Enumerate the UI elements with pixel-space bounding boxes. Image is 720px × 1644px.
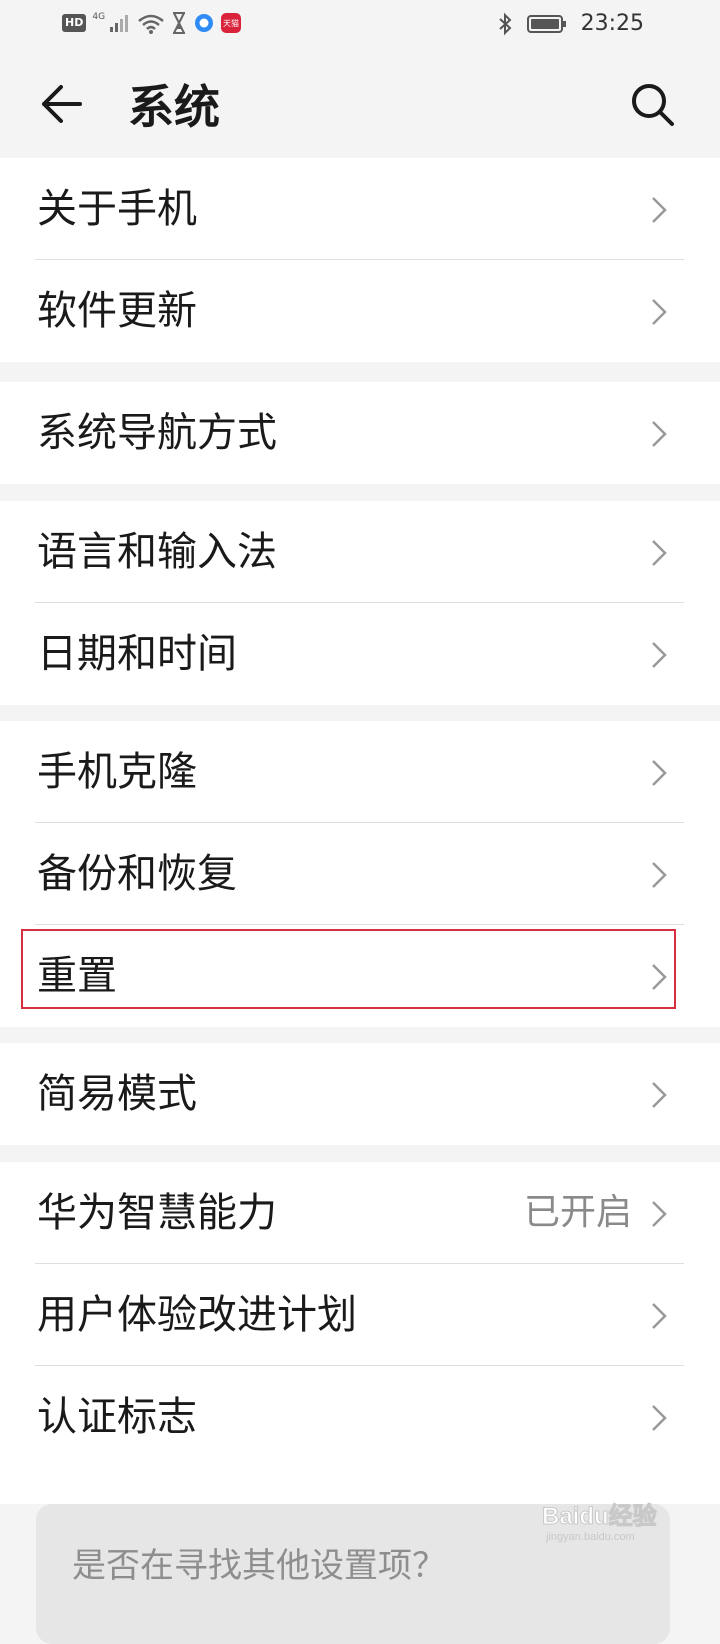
setting-label: 简易模式 (37, 1071, 197, 1117)
settings-group-language: 语言和输入法 日期和时间 (0, 501, 720, 705)
settings-group-device: 关于手机 软件更新 (0, 158, 720, 362)
browser-app-icon (195, 14, 214, 32)
setting-label: 日期和时间 (37, 631, 237, 677)
watermark-text: Baidu经验 (542, 1502, 657, 1530)
highlight-box (21, 929, 676, 1009)
setting-user-experience[interactable]: 用户体验改进计划 (0, 1264, 720, 1366)
chevron-right-icon (652, 760, 667, 786)
signal-icon (110, 15, 129, 32)
page-title: 系统 (128, 80, 220, 134)
setting-certification[interactable]: 认证标志 (0, 1366, 720, 1468)
chevron-right-icon (652, 540, 667, 566)
setting-about-phone[interactable]: 关于手机 (0, 158, 720, 260)
battery-icon (526, 14, 566, 33)
setting-label: 华为智慧能力 (37, 1190, 277, 1236)
chevron-right-icon (652, 421, 667, 447)
baidu-jingyan-watermark: Baidu经验 jingyan.baidu.com (542, 1502, 658, 1544)
network-type: 4G (92, 12, 106, 22)
setting-backup-restore[interactable]: 备份和恢复 (0, 823, 720, 925)
setting-label: 系统导航方式 (37, 410, 277, 456)
chevron-right-icon (652, 1303, 667, 1329)
setting-label: 关于手机 (37, 186, 197, 232)
setting-status-value: 已开启 (523, 1192, 632, 1233)
search-button[interactable] (628, 80, 678, 130)
setting-label: 语言和输入法 (37, 529, 277, 575)
app-bar: 系统 (0, 54, 720, 158)
hd-badge: HD (62, 14, 87, 32)
tmall-app-icon: 天猫 (221, 13, 242, 33)
settings-group-navigation: 系统导航方式 (0, 382, 720, 484)
settings-group-simple-mode: 简易模式 (0, 1043, 720, 1145)
setting-date-time[interactable]: 日期和时间 (0, 603, 720, 705)
search-suggestion-text: 是否在寻找其他设置项？ (72, 1546, 446, 1586)
setting-system-navigation[interactable]: 系统导航方式 (0, 382, 720, 484)
hourglass-icon (173, 12, 186, 34)
setting-simple-mode[interactable]: 简易模式 (0, 1043, 720, 1145)
clock: 23:25 (580, 11, 644, 36)
setting-huawei-ai[interactable]: 华为智慧能力 已开启 (0, 1162, 720, 1264)
bluetooth-icon (498, 12, 512, 35)
setting-label: 用户体验改进计划 (37, 1292, 357, 1338)
setting-label: 手机克隆 (37, 749, 197, 795)
arrow-left-icon (42, 85, 82, 123)
status-icons-right: 23:25 (497, 11, 644, 36)
chevron-right-icon (652, 862, 667, 888)
chevron-right-icon (652, 1082, 667, 1108)
setting-label: 软件更新 (37, 288, 197, 334)
wifi-icon (138, 14, 164, 34)
chevron-right-icon (652, 1405, 667, 1431)
setting-language-input[interactable]: 语言和输入法 (0, 501, 720, 603)
search-icon (632, 84, 674, 126)
back-button[interactable] (36, 78, 88, 130)
chevron-right-icon (652, 1201, 667, 1227)
setting-software-update[interactable]: 软件更新 (0, 260, 720, 362)
chevron-right-icon (652, 642, 667, 668)
settings-group-misc: 华为智慧能力 已开启 用户体验改进计划 认证标志 (0, 1162, 720, 1504)
setting-label: 备份和恢复 (37, 851, 237, 897)
setting-phone-clone[interactable]: 手机克隆 (0, 721, 720, 823)
watermark-subtext: jingyan.baidu.com (545, 1531, 635, 1543)
status-icons-left: HD 4G 天猫 (62, 12, 242, 34)
status-bar: HD 4G 天猫 23:25 (0, 0, 720, 54)
chevron-right-icon (652, 197, 667, 223)
chevron-right-icon (652, 299, 667, 325)
setting-label: 认证标志 (37, 1394, 197, 1440)
